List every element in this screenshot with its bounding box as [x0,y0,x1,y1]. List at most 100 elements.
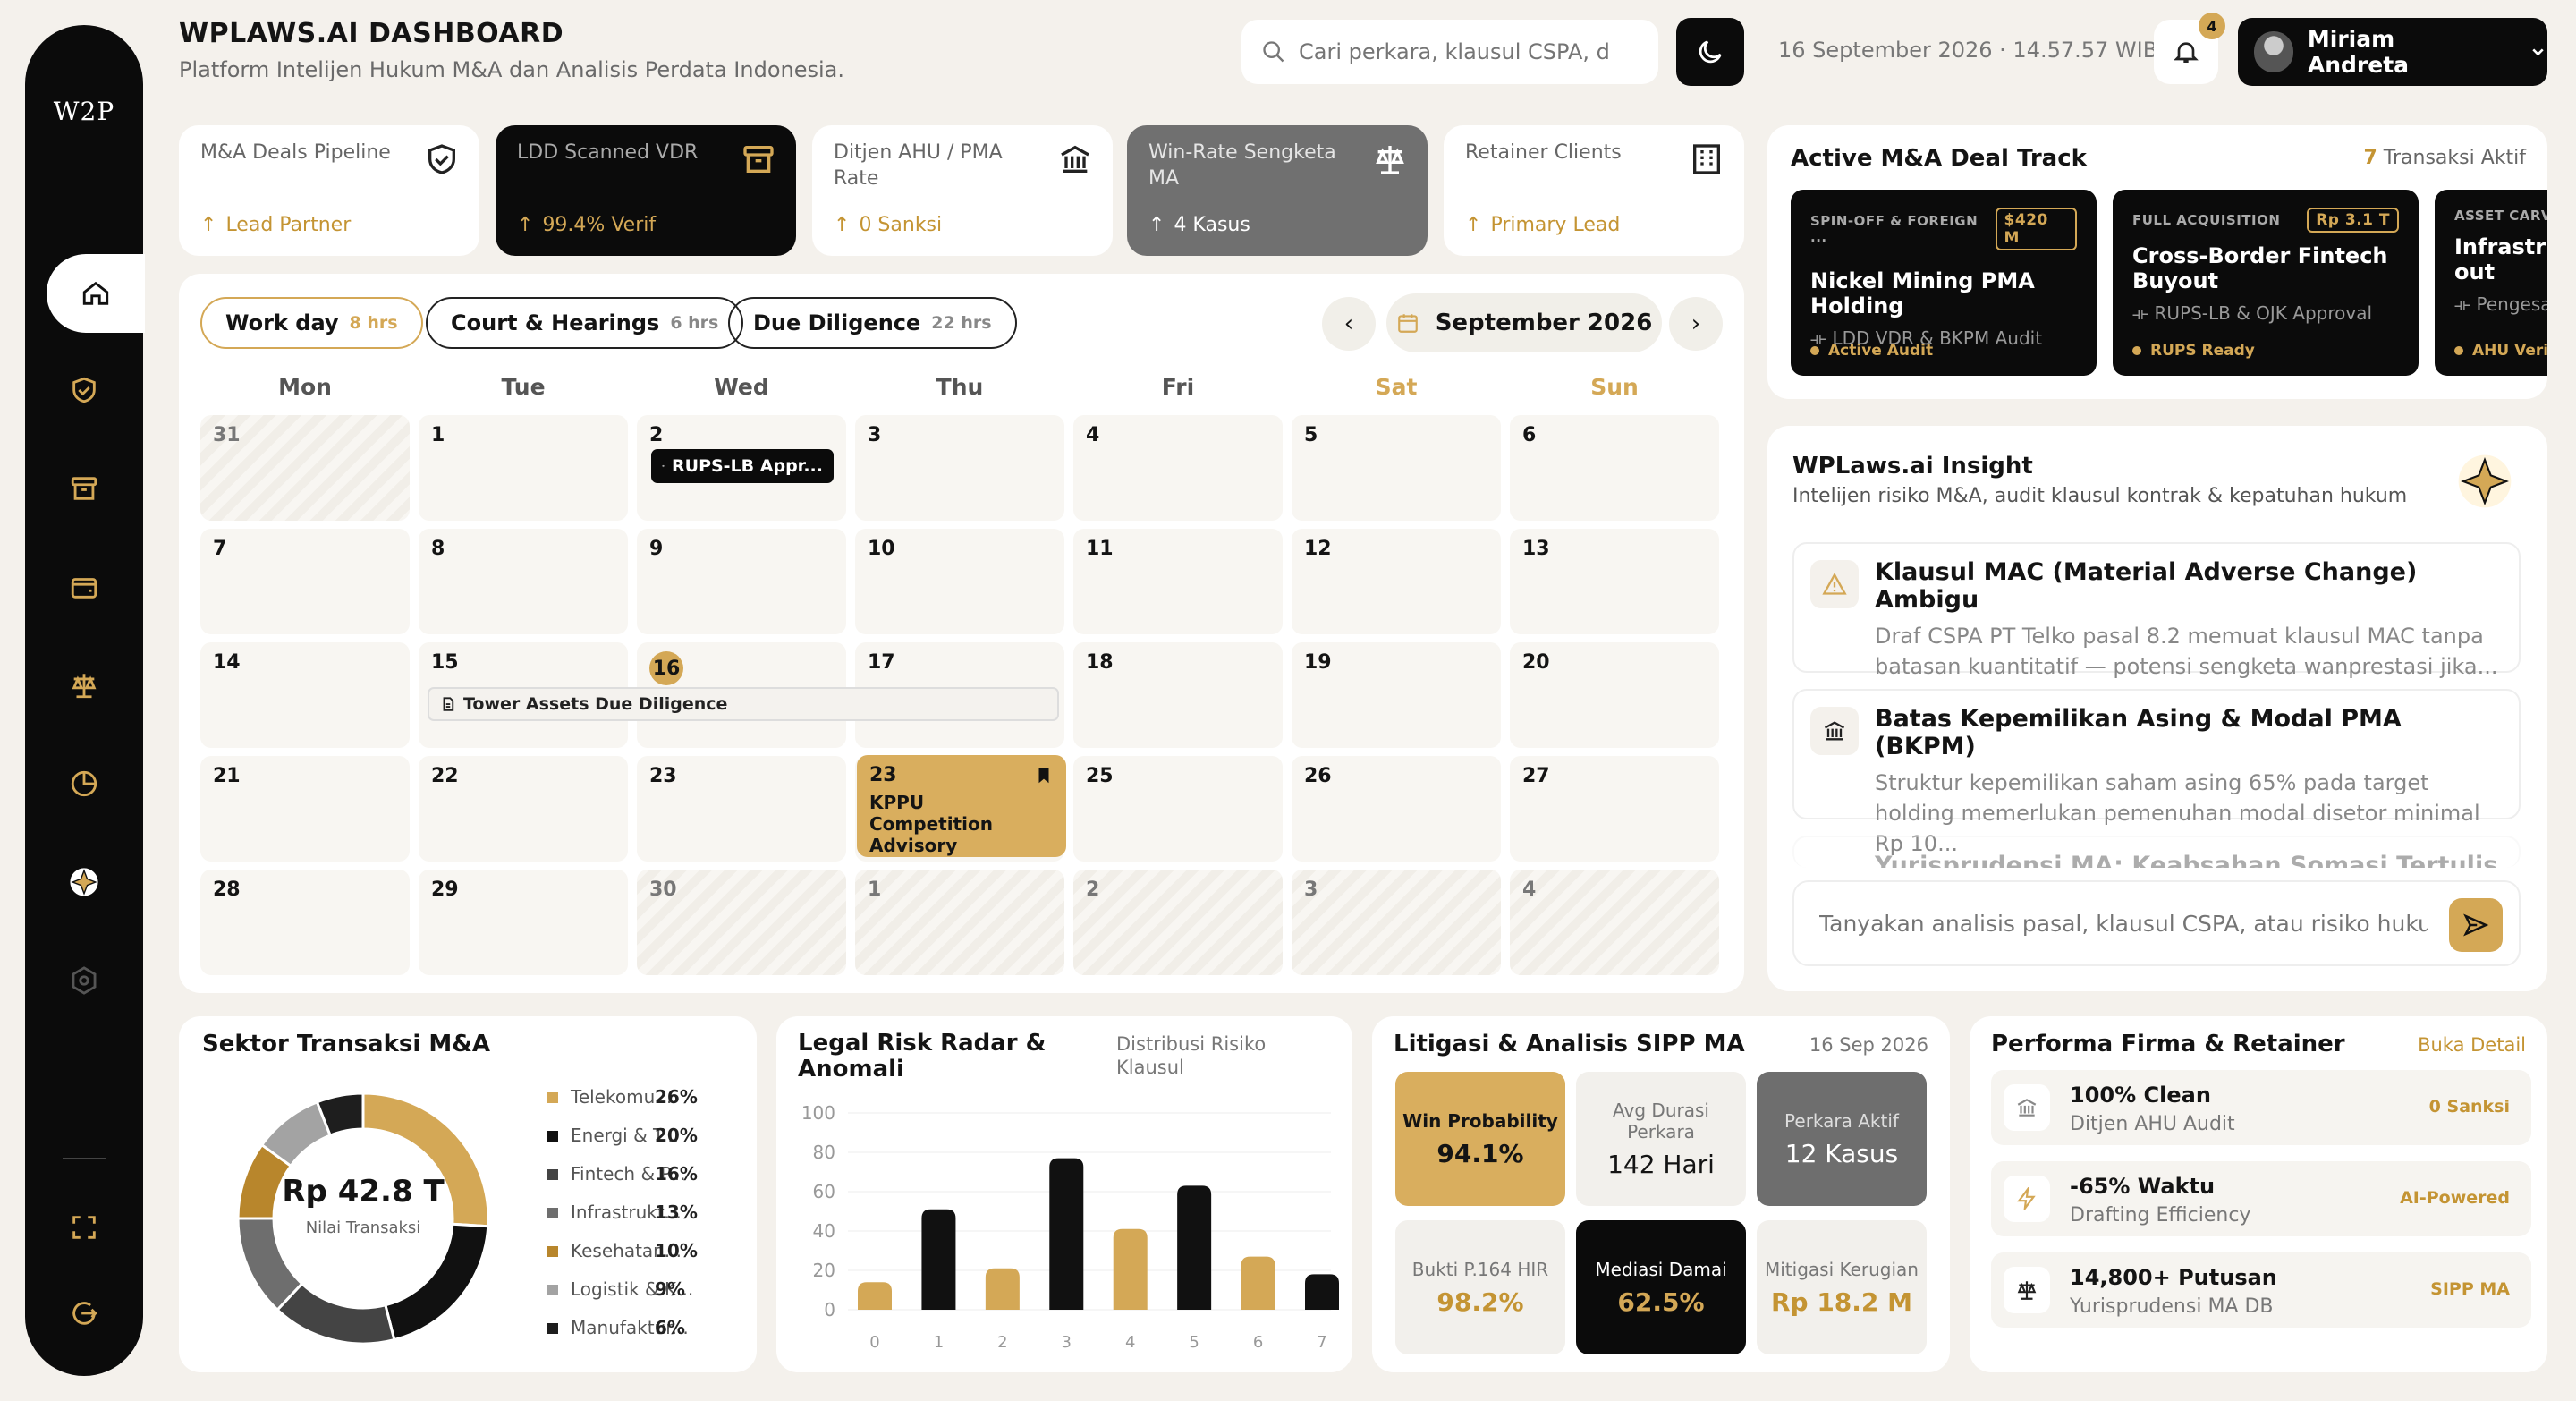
kpi-card-retainer[interactable]: Retainer Clients ↑ Primary Lead [1444,125,1744,256]
insight-item[interactable]: Yurisprudensi MA: Keabsahan Somasi Tertu… [1792,836,2521,868]
bar-5[interactable] [1177,1185,1212,1310]
calendar-day-cell[interactable]: 26 [1292,756,1501,862]
calendar-day-cell[interactable]: 11 [1073,529,1283,634]
tile-value: 142 Hari [1607,1149,1715,1179]
notifications-button[interactable]: 4 [2154,13,2225,84]
brand-logo: W2P [53,97,115,126]
deal-card[interactable]: FULL ACQUISITION Rp 3.1 T Cross-Border Fi… [2113,190,2419,376]
bar-3[interactable] [1049,1158,1084,1310]
calendar-day-cell[interactable]: 21 [200,756,410,862]
ask-ai-input[interactable] [1819,910,2428,937]
next-month-button[interactable]: › [1669,297,1723,351]
calendar-day-cell[interactable]: 28 [200,870,410,975]
calendar-day-cell[interactable]: 10 [855,529,1064,634]
filter-court-hearings[interactable]: Court & Hearings 6 hrs [426,297,744,349]
calendar-day-cell[interactable]: 13 [1510,529,1719,634]
legend-percent: 20% [655,1125,698,1146]
filter-work-day[interactable]: Work day 8 hrs [200,297,423,349]
calendar-day-cell[interactable]: 31 [200,415,410,521]
bar-6[interactable] [1241,1256,1275,1310]
legend-swatch [547,1131,558,1142]
day-number: 23 [649,765,677,787]
kpi-card-ahu[interactable]: Ditjen AHU / PMA Rate ↑ 0 Sanksi [812,125,1113,256]
arrow-up-icon: ↑ [1148,214,1165,236]
perf-tag: 0 Sanksi [2428,1097,2510,1117]
archive-icon [71,477,97,500]
calendar-day-cell[interactable]: 4 [1510,870,1719,975]
bar-7[interactable] [1305,1274,1339,1310]
calendar-day-cell[interactable]: 3 [1292,870,1501,975]
kpi-label: Ditjen AHU / PMA Rate [834,141,1003,190]
fullscreen-button[interactable] [45,1188,123,1267]
calendar-day-cell[interactable]: 1 [855,870,1064,975]
kpi-card-deals[interactable]: M&A Deals Pipeline ↑ Lead Partner [179,125,479,256]
calendar-day-cell[interactable]: 1 [419,415,628,521]
sector-legend-item: Kesehatan... 10% [547,1240,726,1261]
weekday-header: Mon [278,374,332,400]
calendar-day-cell[interactable]: 2 [1073,870,1283,975]
tile-value: Rp 18.2 M [1770,1286,1913,1317]
nav-wallet-button[interactable] [45,548,123,626]
nav-analytics-button[interactable] [45,744,123,823]
bar-1[interactable] [921,1209,956,1310]
nav-home-button[interactable] [47,254,145,333]
logout-button[interactable] [45,1274,123,1353]
calendar-day-cell[interactable]: 30 [637,870,846,975]
search-box[interactable] [1241,20,1658,84]
event-rups-lb[interactable]: RUPS-LB Appr... [651,449,834,483]
ask-ai-box[interactable] [1792,880,2521,966]
user-menu-button[interactable]: Miriam Andreta [2238,18,2547,86]
filter-due-diligence[interactable]: Due Diligence 22 hrs [728,297,1017,349]
bar-2[interactable] [985,1268,1020,1310]
nav-settings-button[interactable] [45,941,123,1020]
calendar-day-cell[interactable]: 14 [200,642,410,748]
day-number: 2 [649,424,664,446]
calendar-day-cell[interactable]: 18 [1073,642,1283,748]
month-selector[interactable]: September 2026 [1386,293,1662,352]
calendar-day-cell[interactable]: 6 [1510,415,1719,521]
calendar-day-cell[interactable]: 5 [1292,415,1501,521]
user-name: Miriam Andreta [2307,26,2410,78]
calendar-day-cell[interactable]: 4 [1073,415,1283,521]
nav-archive-button[interactable] [45,449,123,528]
x-tick-label: 7 [1317,1333,1326,1352]
open-detail-link[interactable]: Buka Detail [2418,1034,2526,1056]
calendar-day-cell[interactable]: 7 [200,529,410,634]
calendar-day-cell[interactable]: 22 [419,756,628,862]
calendar-day-cell[interactable]: 25 [1073,756,1283,862]
kpi-card-ldd[interactable]: LDD Scanned VDR ↑ 99.4% Verif [496,125,796,256]
kpi-card-winrate[interactable]: Win-Rate Sengketa MA ↑ 4 Kasus [1127,125,1428,256]
calendar-day-cell[interactable]: 29 [419,870,628,975]
calendar-day-cell[interactable]: 12 [1292,529,1501,634]
calendar-day-cell[interactable]: 3 [855,415,1064,521]
calendar-day-cell[interactable]: 19 [1292,642,1501,748]
filter-label: Court & Hearings [451,310,660,335]
calendar-day-cell[interactable]: 20 [1510,642,1719,748]
calendar-day-cell[interactable]: 8 [419,529,628,634]
deal-card[interactable]: ASSET CARVE Infrastructure Carve-out ⟛ P… [2435,190,2547,376]
y-tick-label: 100 [801,1102,835,1124]
insight-item[interactable]: Klausul MAC (Material Adverse Change) Am… [1792,542,2521,679]
event-kppu[interactable]: 23 KPPU Competition Advisory [857,755,1066,857]
legend-swatch [547,1092,558,1103]
nav-deals-button[interactable] [45,351,123,429]
calendar-day-cell[interactable]: 9 [637,529,846,634]
donut-slice-1[interactable] [384,1222,490,1342]
document-icon [443,697,454,711]
weekday-header: Tue [501,374,546,400]
send-button[interactable] [2449,898,2503,952]
calendar-day-cell[interactable]: 27 [1510,756,1719,862]
nav-litigation-button[interactable] [45,646,123,725]
theme-toggle-button[interactable] [1676,18,1744,86]
calendar-day-cell[interactable]: 23 [637,756,846,862]
prev-month-button[interactable]: ‹ [1322,297,1376,351]
bar-0[interactable] [858,1282,892,1310]
insight-item[interactable]: Batas Kepemilikan Asing & Modal PMA (BKP… [1792,689,2521,856]
deal-card[interactable]: SPIN-OFF & FOREIGN ... $420 M Nickel Mini… [1791,190,2097,376]
scales-icon [1376,146,1404,174]
bar-4[interactable] [1113,1228,1148,1310]
search-input[interactable] [1299,39,1639,64]
event-tower-assets[interactable]: Tower Assets Due Diligence [428,687,1059,721]
nav-ai-button[interactable] [45,843,123,921]
tile-label: Bukti P.164 HIR [1411,1258,1549,1280]
